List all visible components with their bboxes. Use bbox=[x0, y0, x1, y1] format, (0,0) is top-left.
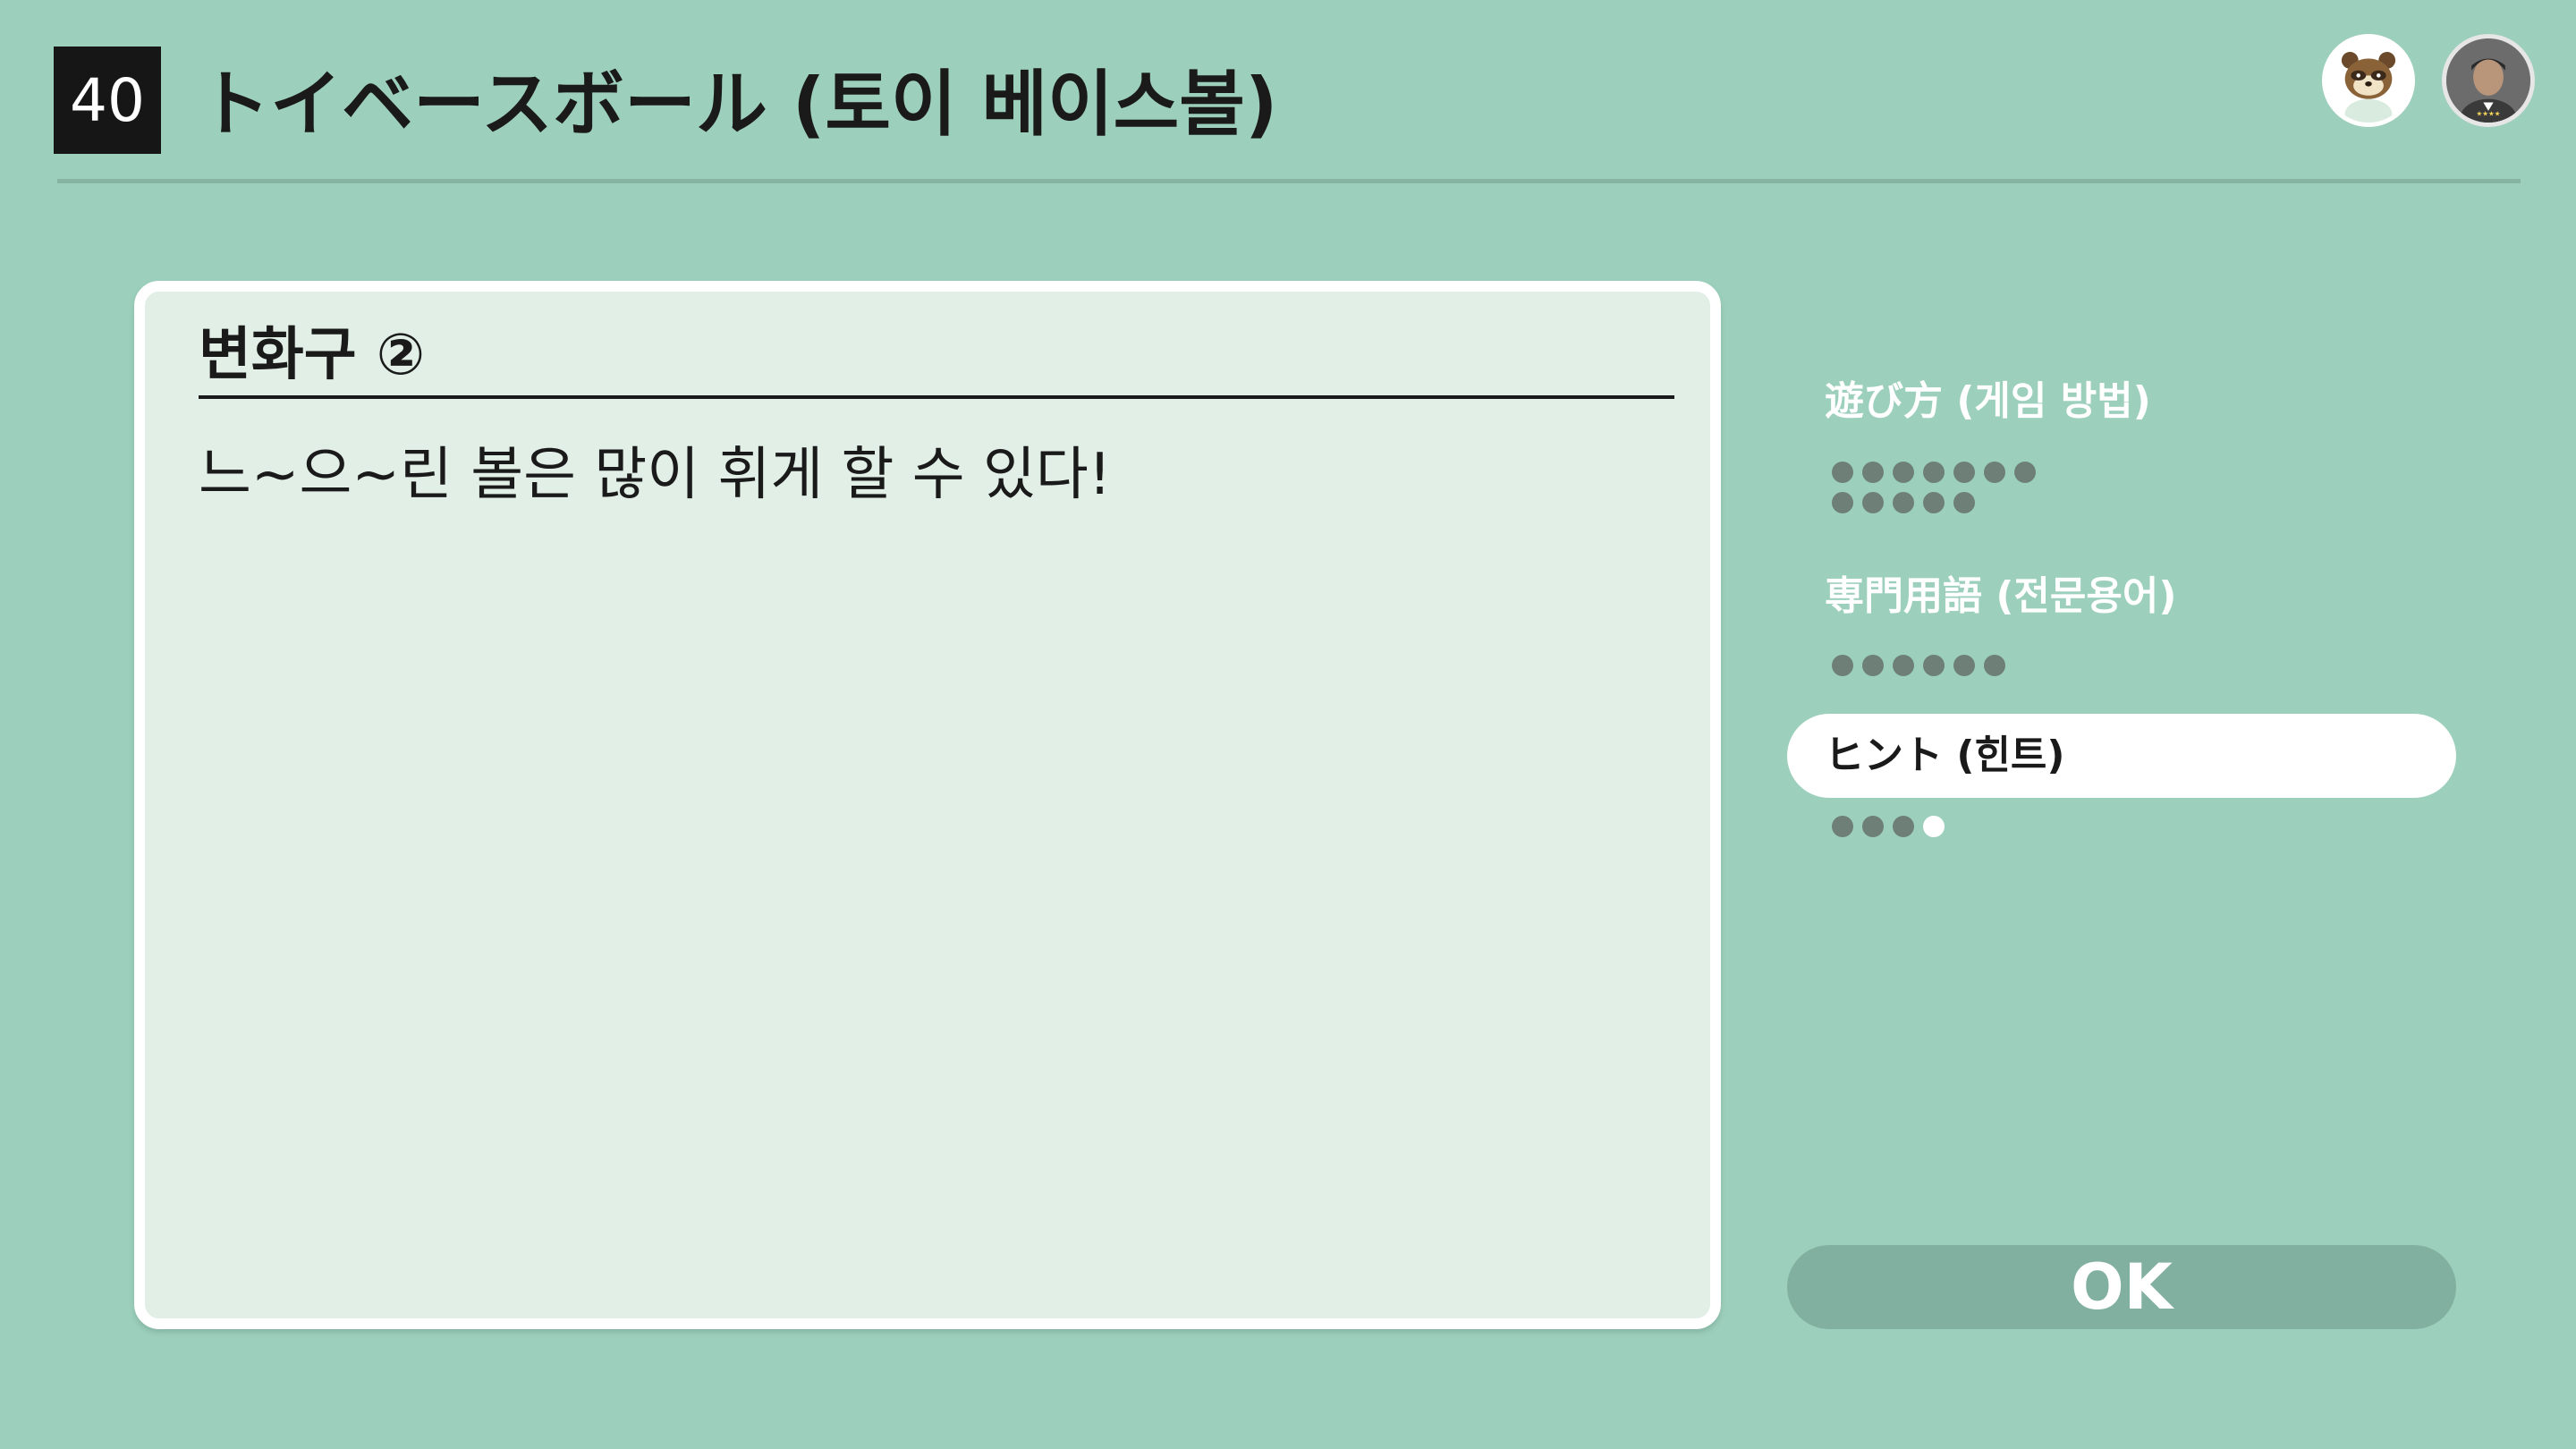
page-dot bbox=[1953, 462, 1975, 483]
hint-title-divider bbox=[199, 395, 1674, 399]
page-dot bbox=[1832, 492, 1853, 513]
menu-item-hints[interactable]: ヒント (힌트) bbox=[1787, 714, 2456, 798]
page-indicator-hints bbox=[1832, 816, 2064, 837]
page-dot bbox=[1862, 462, 1884, 483]
menu-item-terminology[interactable]: 専門用語 (전문용어) bbox=[1787, 555, 2456, 639]
header-divider bbox=[57, 179, 2521, 183]
svg-text:★★★★: ★★★★ bbox=[2477, 109, 2501, 117]
hint-title: 변화구 ② bbox=[199, 322, 426, 388]
page-dot bbox=[1893, 492, 1914, 513]
hint-panel: 변화구 ② 느~으~린 볼은 많이 휘게 할 수 있다! bbox=[134, 281, 1721, 1329]
page-dot-current bbox=[1923, 816, 1945, 837]
page-indicator-terminology bbox=[1832, 655, 2064, 676]
user-avatar[interactable]: ★★★★ bbox=[2442, 34, 2535, 127]
page-dot bbox=[1984, 655, 2005, 676]
page-dot bbox=[1893, 655, 1914, 676]
page-dot bbox=[1862, 655, 1884, 676]
page-dot bbox=[1923, 492, 1945, 513]
page-dot bbox=[1923, 462, 1945, 483]
game-number-badge: 40 bbox=[54, 47, 161, 154]
game-title: トイベースボール (토이 베이스볼) bbox=[199, 63, 1278, 146]
hint-text: 느~으~린 볼은 많이 휘게 할 수 있다! bbox=[199, 442, 1112, 508]
page-dot bbox=[1832, 816, 1853, 837]
page-dot bbox=[1984, 462, 2005, 483]
page-dot bbox=[1862, 492, 1884, 513]
page-dot bbox=[1862, 816, 1884, 837]
page-dot bbox=[1923, 655, 1945, 676]
page-dot bbox=[1832, 655, 1853, 676]
page-dot bbox=[1953, 655, 1975, 676]
page-dot bbox=[1893, 816, 1914, 837]
ok-button[interactable]: OK bbox=[1787, 1245, 2456, 1329]
user-avatar-icon: ★★★★ bbox=[2446, 38, 2530, 123]
page-dot bbox=[1832, 462, 1853, 483]
page-dot bbox=[2014, 462, 2036, 483]
page-indicator-how-to-play bbox=[1832, 462, 2046, 513]
raccoon-character-icon bbox=[2326, 38, 2411, 123]
page-dot bbox=[1953, 492, 1975, 513]
menu-item-how-to-play[interactable]: 遊び方 (게임 방법) bbox=[1787, 360, 2456, 444]
page-dot bbox=[1893, 462, 1914, 483]
character-avatar[interactable] bbox=[2322, 34, 2415, 127]
